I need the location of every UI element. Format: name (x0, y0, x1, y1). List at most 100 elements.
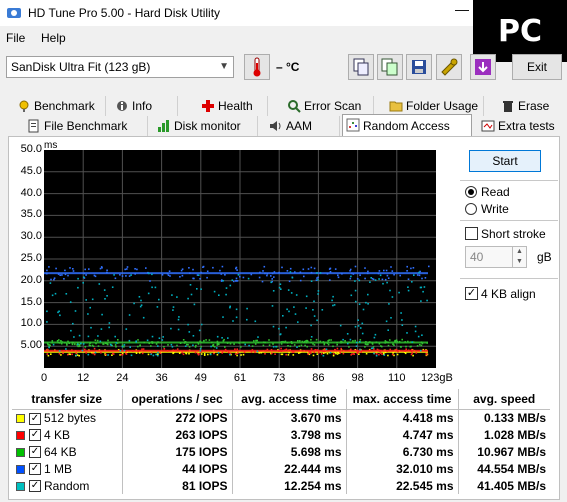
data-point (287, 354, 290, 356)
tab-folder-usage[interactable]: Folder Usage (386, 96, 484, 116)
data-point (89, 306, 91, 309)
tab-file-benchmark[interactable]: File Benchmark (24, 116, 148, 136)
data-point (342, 352, 345, 355)
tab-random-access[interactable]: Random Access (342, 114, 472, 136)
data-point (330, 339, 332, 341)
spinner-arrows-icon[interactable]: ▲ ▼ (512, 247, 526, 267)
data-point (78, 343, 81, 346)
tab-label: Benchmark (34, 99, 95, 113)
data-point (155, 353, 157, 356)
write-label: Write (481, 202, 509, 216)
data-point (235, 316, 238, 319)
data-point (337, 274, 339, 277)
exit-button[interactable]: Exit (512, 54, 562, 80)
data-point (196, 288, 198, 290)
series-checkbox[interactable]: ✓ (29, 480, 41, 493)
data-point (385, 320, 388, 323)
series-checkbox[interactable]: ✓ (29, 463, 41, 476)
data-point (384, 278, 387, 281)
start-button[interactable]: Start (469, 150, 541, 172)
data-point (207, 353, 209, 356)
align-checkbox[interactable]: ✓ (465, 287, 478, 300)
pc-watermark-badge: PC (473, 0, 567, 62)
menu-help[interactable]: Help (41, 31, 66, 45)
short-stroke-checkbox[interactable] (465, 227, 478, 240)
options-button[interactable] (436, 54, 462, 80)
copy-screenshot-button[interactable] (377, 54, 403, 80)
data-point (218, 294, 220, 296)
data-point (364, 277, 366, 280)
series-checkbox[interactable]: ✓ (29, 412, 41, 425)
data-point (340, 347, 342, 350)
max-access-cell: 4.747 ms (346, 426, 459, 443)
data-point (236, 280, 239, 282)
read-radio[interactable] (465, 186, 477, 198)
data-point (171, 346, 174, 348)
data-point (93, 347, 96, 350)
data-point (419, 343, 421, 346)
series-checkbox[interactable]: ✓ (29, 446, 41, 459)
data-point (350, 354, 352, 356)
tab-error-scan[interactable]: Error Scan (284, 96, 374, 116)
write-radio[interactable] (465, 203, 477, 215)
data-point (287, 345, 289, 347)
column-header: avg. access time (232, 389, 347, 410)
tab-health[interactable]: Health (198, 96, 268, 116)
data-point (346, 333, 349, 335)
data-point (272, 346, 275, 348)
menu-file[interactable]: File (6, 31, 25, 45)
tab-benchmark[interactable]: Benchmark (14, 96, 106, 116)
data-point (426, 353, 428, 356)
data-point (316, 353, 319, 355)
avg-access-cell: 3.798 ms (232, 426, 347, 443)
transfer-size-label: 4 KB (44, 427, 71, 442)
minimize-button[interactable]: — (452, 2, 472, 22)
data-point (92, 352, 94, 355)
data-point (60, 354, 62, 356)
data-point (337, 276, 340, 279)
data-point (315, 338, 318, 341)
y-tick-label: 10.0 (20, 317, 42, 330)
data-point (354, 325, 357, 328)
ops-cell: 44 IOPS (122, 460, 233, 477)
data-point (53, 277, 56, 279)
tab-info[interactable]: Info (112, 96, 178, 116)
drive-select[interactable]: SanDisk Ultra Fit (123 gB) ▼ (6, 56, 234, 78)
data-point (310, 336, 313, 338)
data-point (406, 265, 408, 268)
data-point (370, 347, 373, 350)
save-button[interactable] (406, 54, 432, 80)
data-point (147, 353, 150, 356)
data-point (379, 274, 382, 277)
temperature-button[interactable] (244, 54, 270, 80)
data-point (310, 280, 313, 282)
data-point (367, 303, 369, 305)
data-point (407, 278, 410, 280)
data-point (312, 354, 315, 357)
data-point (145, 267, 147, 269)
data-point (261, 280, 264, 283)
tab-extra-tests[interactable]: Extra tests (478, 116, 558, 136)
speaker-icon (270, 121, 281, 131)
data-point (317, 279, 319, 281)
data-point (280, 288, 282, 290)
data-point (141, 352, 144, 355)
series-color-swatch (16, 481, 25, 491)
download-button[interactable] (470, 54, 496, 80)
series-checkbox[interactable]: ✓ (29, 429, 41, 442)
y-tick-label: 15.0 (20, 295, 42, 308)
tab-erase[interactable]: Erase (498, 96, 558, 116)
copy-text-button[interactable] (348, 54, 374, 80)
tab-aam[interactable]: AAM (266, 116, 340, 136)
avg-speed-cell: 10.967 MB/s (477, 444, 546, 459)
data-point (133, 302, 135, 305)
data-point (59, 314, 61, 317)
y-tick-label: 20.0 (20, 273, 42, 286)
short-stroke-spinner[interactable]: 40 ▲ ▼ (465, 246, 527, 268)
data-point (193, 303, 196, 306)
data-point (109, 343, 112, 346)
data-point (405, 348, 407, 350)
data-point (172, 309, 174, 311)
data-point (336, 353, 339, 355)
tab-disk-monitor[interactable]: Disk monitor (154, 116, 258, 136)
